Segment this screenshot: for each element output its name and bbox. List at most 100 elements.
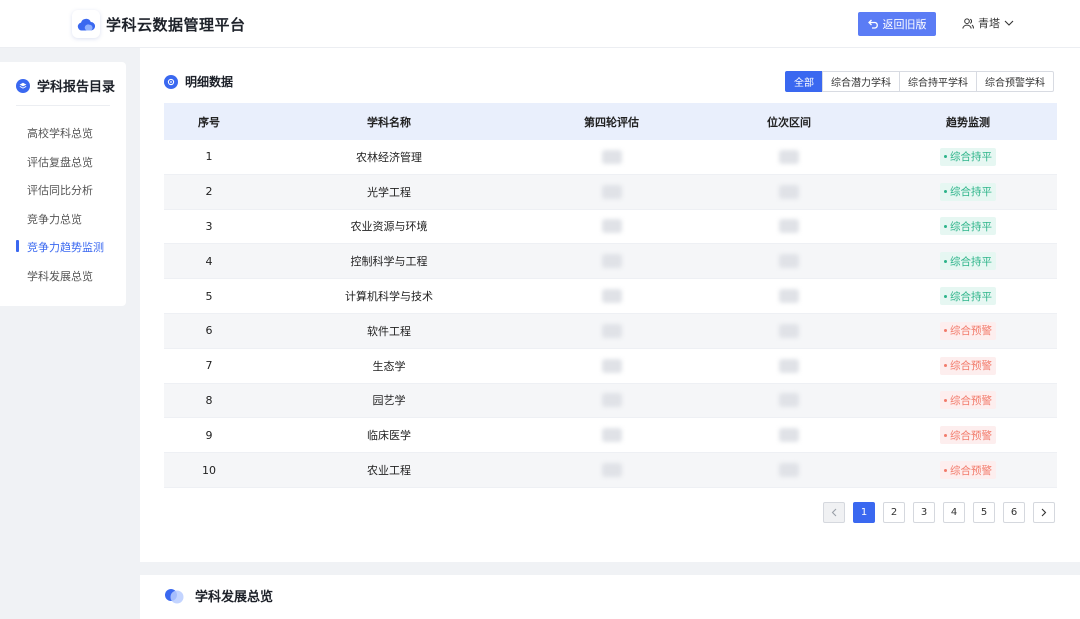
filter-tabs: 全部 综合潜力学科 综合持平学科 综合预警学科 <box>785 71 1054 92</box>
row-rank-cell <box>699 428 879 443</box>
row-index: 2 <box>205 185 213 199</box>
sidebar-item-trend-monitoring[interactable]: 竞争力趋势监测 <box>27 239 104 255</box>
row-eval-cell <box>524 323 699 338</box>
row-subject-name: 控制科学与工程 <box>350 255 428 269</box>
row-rank-cell <box>699 463 879 478</box>
table-row: 8 园艺学 综合预警 <box>164 383 1057 419</box>
table-row: 9 临床医学 综合预警 <box>164 418 1057 454</box>
sidebar-item-school-overview[interactable]: 高校学科总览 <box>27 125 93 141</box>
blurred-value <box>601 184 622 199</box>
row-subject-name: 光学工程 <box>367 185 411 199</box>
row-eval-cell <box>524 254 699 269</box>
row-eval-cell <box>524 393 699 408</box>
status-dot <box>944 190 947 194</box>
back-to-old-version-button[interactable]: 返回旧版 <box>858 12 936 36</box>
table-row: 10 农业工程 综合预警 <box>164 453 1057 488</box>
row-rank-cell <box>699 149 879 164</box>
table-row: 3 农业资源与环境 综合持平 <box>164 210 1057 245</box>
user-menu[interactable]: 青塔 <box>962 15 1014 31</box>
row-subject-name: 农业工程 <box>367 464 411 478</box>
trend-label: 综合预警 <box>950 325 992 338</box>
sidebar-item-yoy-analysis[interactable]: 评估同比分析 <box>27 182 93 198</box>
filter-stable[interactable]: 综合持平学科 <box>899 71 977 92</box>
top-header: 学科云数据管理平台 返回旧版 青塔 <box>0 0 1080 48</box>
blurred-value <box>779 323 799 338</box>
row-index: 6 <box>205 324 213 338</box>
sidebar-divider <box>16 105 110 106</box>
row-eval-cell <box>524 149 699 164</box>
user-name: 青塔 <box>978 17 1000 30</box>
page-button-6[interactable]: 6 <box>1003 502 1025 523</box>
filter-warning[interactable]: 综合预警学科 <box>976 71 1054 92</box>
page-button-2[interactable]: 2 <box>883 502 905 523</box>
sidebar-item-development-overview[interactable]: 学科发展总览 <box>27 268 93 284</box>
trend-status-badge: 综合预警 <box>940 391 996 410</box>
status-dot <box>944 155 947 159</box>
development-section-title: 学科发展总览 <box>164 586 273 605</box>
row-eval-cell <box>524 428 699 443</box>
status-dot <box>944 364 947 368</box>
row-trend-cell: 综合预警 <box>879 321 1057 340</box>
row-trend-cell: 综合预警 <box>879 356 1057 375</box>
report-directory-sidebar: 学科报告目录 高校学科总览 评估复盘总览 评估同比分析 竞争力总览 竞争力趋势监… <box>0 62 126 306</box>
status-dot <box>944 294 947 298</box>
row-trend-cell: 综合预警 <box>879 391 1057 410</box>
table-row: 4 控制科学与工程 综合持平 <box>164 244 1057 280</box>
page-button-5[interactable]: 5 <box>973 502 995 523</box>
filter-all[interactable]: 全部 <box>785 71 823 92</box>
trend-status-badge: 综合持平 <box>940 252 996 271</box>
col-eval-header: 第四轮评估 <box>584 115 639 129</box>
overlapping-circles-icon <box>165 588 184 603</box>
row-eval-cell <box>524 289 699 304</box>
detail-section-title: 明细数据 <box>164 73 233 90</box>
row-subject-name: 临床医学 <box>367 429 411 443</box>
sidebar-item-review-overview[interactable]: 评估复盘总览 <box>27 154 93 170</box>
user-icon <box>962 17 974 29</box>
row-index: 10 <box>202 463 216 477</box>
blurred-value <box>779 393 799 408</box>
blurred-value <box>779 149 799 164</box>
blurred-value <box>779 358 799 373</box>
trend-status-badge: 综合持平 <box>940 147 996 166</box>
page-button-3[interactable]: 3 <box>913 502 935 523</box>
active-indicator <box>16 240 19 252</box>
trend-label: 综合预警 <box>950 360 992 373</box>
trend-status-badge: 综合持平 <box>940 182 996 201</box>
row-subject-name: 软件工程 <box>367 324 411 338</box>
row-subject-name: 生态学 <box>372 359 406 373</box>
sidebar-item-competitiveness[interactable]: 竞争力总览 <box>27 211 82 227</box>
blurred-value <box>601 393 622 408</box>
row-eval-cell <box>524 463 699 478</box>
cloud-logo-icon <box>72 10 100 38</box>
table-row: 1 农林经济管理 综合持平 <box>164 140 1057 175</box>
prev-page-button[interactable] <box>823 502 845 523</box>
row-trend-cell: 综合预警 <box>879 426 1057 445</box>
trend-label: 综合预警 <box>950 394 992 407</box>
blurred-value <box>779 463 799 478</box>
blurred-value <box>779 219 799 234</box>
blurred-value <box>601 323 622 338</box>
row-subject-name: 农业资源与环境 <box>350 220 428 234</box>
status-dot <box>944 329 947 333</box>
blurred-value <box>601 463 622 478</box>
status-dot <box>944 398 947 402</box>
trend-status-badge: 综合预警 <box>940 356 996 375</box>
table-header: 序号 学科名称 第四轮评估 位次区间 趋势监测 <box>164 103 1057 140</box>
page-button-4[interactable]: 4 <box>943 502 965 523</box>
next-page-button[interactable] <box>1033 502 1055 523</box>
trend-label: 综合持平 <box>950 290 992 303</box>
chevron-left-icon <box>831 508 837 517</box>
row-index: 1 <box>205 150 213 164</box>
row-rank-cell <box>699 323 879 338</box>
development-overview-card: 学科发展总览 <box>140 575 1080 619</box>
trend-label: 综合持平 <box>950 220 992 233</box>
page-button-1[interactable]: 1 <box>853 502 875 523</box>
row-index: 8 <box>205 393 213 407</box>
row-trend-cell: 综合持平 <box>879 287 1057 306</box>
blurred-value <box>779 289 799 304</box>
filter-potential[interactable]: 综合潜力学科 <box>822 71 900 92</box>
chevron-right-icon <box>1041 508 1047 517</box>
blurred-value <box>601 289 622 304</box>
row-eval-cell <box>524 219 699 234</box>
row-subject-name: 园艺学 <box>372 394 406 408</box>
